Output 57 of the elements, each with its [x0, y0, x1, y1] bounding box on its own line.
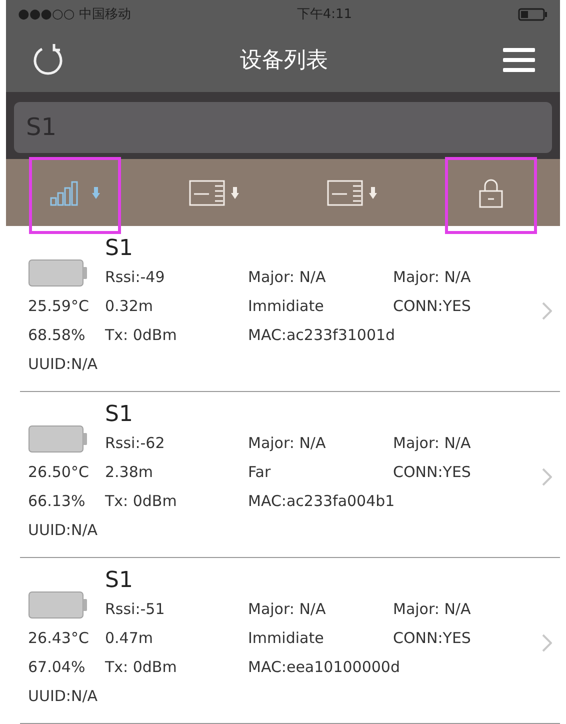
proximity-value: Immidiate: [248, 297, 324, 316]
uuid-value: UUID:N/A: [28, 355, 98, 374]
device-name: S1: [105, 568, 133, 593]
battery-percent: 67.04%: [28, 658, 86, 676]
battery-percent: 66.13%: [28, 492, 86, 510]
battery-icon: [28, 259, 88, 287]
menu-icon[interactable]: [502, 46, 536, 74]
uuid-value: UUID:N/A: [28, 521, 98, 540]
mac-address: MAC:eea10100000d: [248, 658, 400, 676]
sort-button[interactable]: [188, 180, 239, 206]
down-arrow-icon: [369, 186, 378, 198]
chevron-icon: [542, 468, 552, 486]
distance-value: 2.38m: [105, 463, 154, 482]
proximity-value: Immidiate: [248, 629, 324, 648]
minor-value: Major: N/A: [393, 600, 471, 618]
chevron-icon: [542, 634, 552, 652]
carrier-name: ●●●○○ 中国移动: [18, 6, 131, 24]
rssi-value: Rssi:-49: [105, 268, 165, 286]
uuid-value: UUID:N/A: [28, 687, 98, 706]
battery-icon: [28, 425, 88, 453]
chevron-icon: [542, 302, 552, 320]
screen-title: 设备列表: [240, 46, 328, 75]
rssi-value: Rssi:-62: [105, 434, 165, 452]
mac-address: MAC:ac233fa004b1: [248, 492, 395, 510]
distance-value: 0.47m: [105, 629, 154, 648]
tx-power-value: Tx: 0dBm: [105, 326, 177, 344]
tx-power-value: Tx: 0dBm: [105, 658, 177, 676]
down-arrow-icon: [92, 186, 100, 198]
rssi-value: Rssi:-51: [105, 600, 165, 618]
battery-icon: [28, 591, 88, 619]
temperature-value: 26.50°C: [28, 463, 89, 482]
card-icon: [188, 180, 225, 206]
minor-value: Major: N/A: [393, 434, 471, 452]
minor-value: Major: N/A: [393, 268, 471, 286]
status-time: 下午4:11: [296, 6, 352, 24]
device-name: S1: [105, 236, 133, 261]
lock-icon: [478, 178, 504, 208]
sort-button[interactable]: [50, 180, 100, 206]
card-icon: [327, 180, 364, 206]
sort-button[interactable]: [327, 180, 378, 206]
down-arrow-icon: [230, 186, 239, 198]
distance-value: 0.32m: [105, 297, 154, 316]
major-value: Major: N/A: [248, 268, 326, 286]
temperature-value: 25.59°C: [28, 297, 89, 316]
connectable-value: CONN:YES: [393, 297, 471, 316]
battery-percent: 68.58%: [28, 326, 86, 344]
proximity-value: Far: [248, 463, 271, 482]
connectable-value: CONN:YES: [393, 629, 471, 648]
mac-address: MAC:ac233f31001d: [248, 326, 396, 344]
major-value: Major: N/A: [248, 600, 326, 618]
tx-power-value: Tx: 0dBm: [105, 492, 177, 510]
major-value: Major: N/A: [248, 434, 326, 452]
temperature-value: 26.43°C: [28, 629, 89, 648]
battery-icon: [518, 8, 548, 21]
lock-button[interactable]: [478, 178, 504, 208]
device-name: S1: [105, 402, 133, 427]
connectable-value: CONN:YES: [393, 463, 471, 482]
